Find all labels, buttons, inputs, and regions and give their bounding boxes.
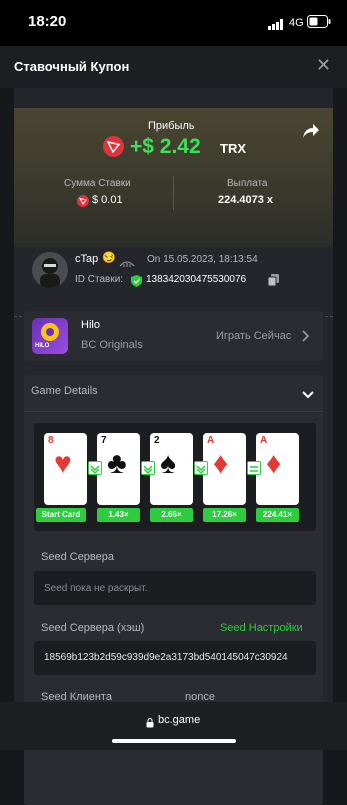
game-details-divider <box>24 411 323 412</box>
chevron-down-icon[interactable] <box>302 386 314 399</box>
lock-icon <box>146 715 154 728</box>
multiplier-label: 1.43× <box>97 508 140 522</box>
multiplier-label: 17.26× <box>203 508 246 522</box>
battery-icon <box>307 15 331 28</box>
bet-date: On 15.05.2023, 18:13:54 <box>147 254 258 265</box>
game-provider: BC Originals <box>81 339 143 351</box>
bet-id: 1383420304755300​76 <box>146 274 247 285</box>
tron-icon <box>77 194 89 207</box>
home-indicator <box>112 739 236 743</box>
playing-card: 2 ♠ <box>150 433 193 505</box>
divider <box>173 176 174 210</box>
stake-label: Сумма Ставки <box>64 178 131 189</box>
username[interactable]: cTap <box>75 253 98 265</box>
share-icon[interactable] <box>302 123 320 139</box>
game-details-label: Game Details <box>31 385 98 397</box>
page-title: Ставочный Купон <box>14 59 130 74</box>
playing-card: 8 ♥ <box>44 433 87 505</box>
profit-amount: +$ 2.42 <box>130 135 201 158</box>
equal-icon <box>247 461 261 475</box>
close-icon[interactable]: ✕ <box>316 55 331 76</box>
playing-card: A ♦ <box>203 433 246 505</box>
profit-currency: TRX <box>220 141 246 156</box>
seed-settings-link[interactable]: Seed Настройки <box>220 622 303 634</box>
browser-url-bar: bc.game <box>0 702 347 750</box>
tron-icon <box>103 136 124 157</box>
server-seed-label: Seed Сервера <box>41 551 114 563</box>
chevron-right-icon[interactable] <box>302 329 310 342</box>
verified-shield-icon <box>131 274 142 287</box>
hilo-logo: HILO <box>32 318 68 354</box>
multiplier-label: 2.66× <box>150 508 193 522</box>
bet-id-label: ID Ставки: <box>75 274 124 285</box>
multiplier-label: 224.41× <box>256 508 299 522</box>
play-now-link[interactable]: Играть Сейчас <box>216 330 291 342</box>
url-text[interactable]: bc.game <box>158 714 200 726</box>
multiplier-label: Start Card <box>36 508 86 522</box>
cards-area: 8 ♥ 7 ♣ 2 ♠ A ♦ A ♦ Start Card 1.43× 2.6… <box>34 423 316 531</box>
payout-value: 224.4073 x <box>218 194 274 206</box>
profit-panel: Прибыль +$ 2.42 TRX Сумма Ставки $ 0.01 … <box>14 108 333 247</box>
server-seed-hash-field: 18569b123b2d59c939d9e2a3173bd540145047c3… <box>34 641 316 675</box>
status-bar: 18:20 4G <box>0 0 347 46</box>
server-seed-field: Seed пока не раскрыт. <box>34 571 316 605</box>
game-row[interactable]: HILO Hilo BC Originals Играть Сейчас <box>24 311 323 361</box>
clock: 18:20 <box>28 13 67 30</box>
playing-card: 7 ♣ <box>97 433 140 505</box>
avatar[interactable] <box>32 252 68 288</box>
lower-arrow-icon <box>88 461 102 475</box>
server-seed-hash-label: Seed Сервера (хэш) <box>41 622 145 634</box>
copy-icon[interactable] <box>267 273 279 287</box>
eye-hidden-icon <box>119 255 135 267</box>
emoji-icon: 😏 <box>102 252 116 264</box>
payout-label: Выплата <box>227 178 268 189</box>
coupon-header: Ставочный Купон ✕ <box>0 46 347 88</box>
profit-label: Прибыль <box>148 120 195 132</box>
lower-arrow-icon <box>194 461 208 475</box>
playing-card: A ♦ <box>256 433 299 505</box>
stake-value: $ 0.01 <box>92 194 123 206</box>
network-label: 4G <box>289 17 304 29</box>
bet-coupon-card: Прибыль +$ 2.42 TRX Сумма Ставки $ 0.01 … <box>14 88 333 805</box>
signal-icon <box>268 17 284 30</box>
game-name: Hilo <box>81 319 100 331</box>
lower-arrow-icon <box>141 461 155 475</box>
